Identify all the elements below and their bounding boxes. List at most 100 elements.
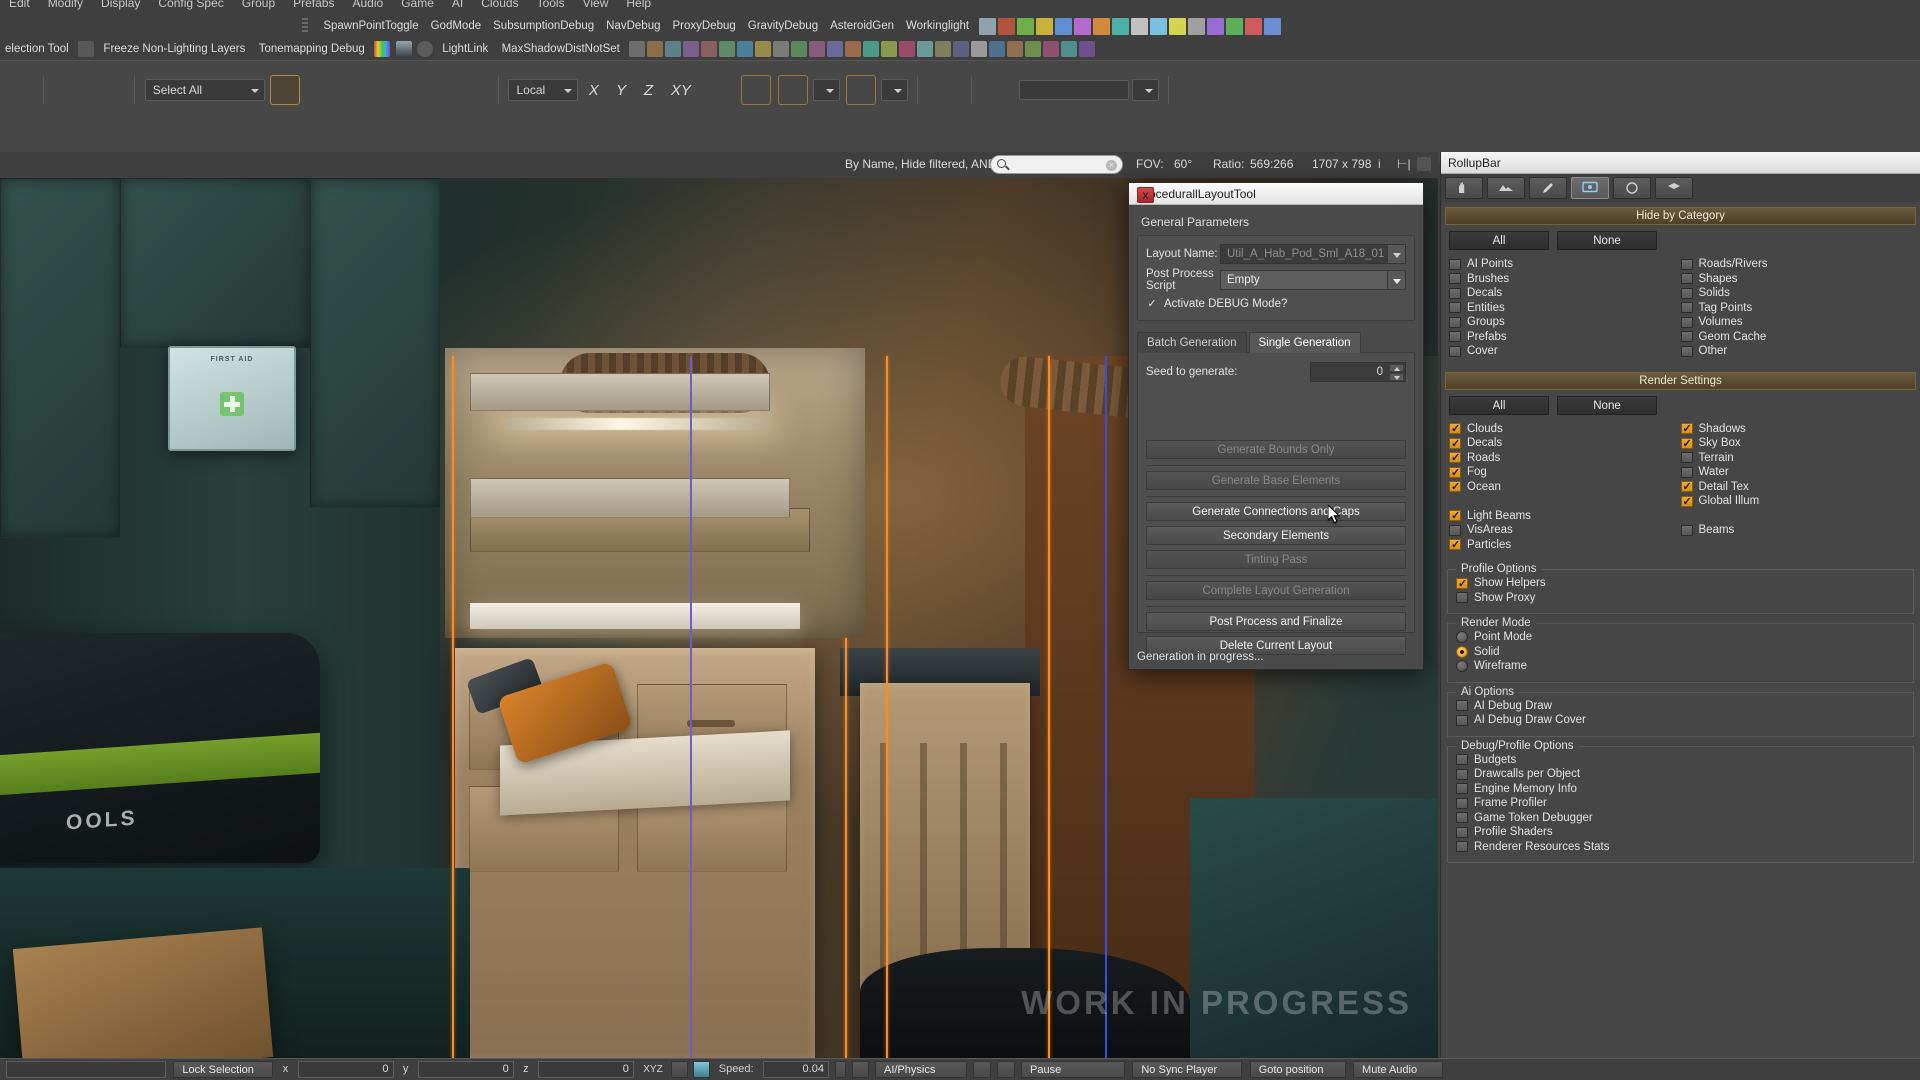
- toolbar-icon-6[interactable]: [1074, 17, 1092, 35]
- debug-option-row[interactable]: Budgets: [1456, 753, 1905, 768]
- toolbar-icon-12[interactable]: [1188, 17, 1206, 35]
- post-process-dropdown[interactable]: Empty: [1220, 269, 1406, 290]
- hide-category-row[interactable]: Brushes: [1449, 272, 1681, 287]
- link-object-icon[interactable]: [56, 75, 86, 105]
- checkbox-icon[interactable]: [1449, 466, 1461, 479]
- checkbox-icon[interactable]: [1456, 754, 1468, 766]
- profile-option-row[interactable]: Show Helpers: [1456, 576, 1905, 591]
- color-spectrum-icon[interactable]: [374, 41, 391, 57]
- render-setting-row[interactable]: Decals: [1449, 436, 1681, 451]
- debug-icon-2[interactable]: [647, 41, 664, 57]
- z-coordinate-field[interactable]: 0: [537, 1061, 634, 1078]
- display-tab[interactable]: [1571, 177, 1609, 199]
- button-generate-connections-and-caps[interactable]: Generate Connections and Caps: [1146, 502, 1406, 521]
- y-coordinate-field[interactable]: 0: [417, 1061, 514, 1078]
- select-terrain-icon[interactable]: [419, 75, 449, 105]
- terrain-tab[interactable]: [1487, 177, 1525, 199]
- toolbar-icon-13[interactable]: [1207, 17, 1225, 35]
- mute-audio-button[interactable]: Mute Audio: [1353, 1061, 1444, 1078]
- debug-icon-6[interactable]: [719, 41, 736, 57]
- checkbox-icon[interactable]: [1449, 480, 1461, 493]
- checkbox-icon[interactable]: [1456, 797, 1468, 809]
- checkbox-icon[interactable]: [1680, 466, 1693, 478]
- menu-item-prefabs[interactable]: Prefabs: [284, 0, 343, 10]
- ai-option-row[interactable]: AI Debug Draw: [1456, 699, 1905, 714]
- checkbox-icon[interactable]: [1456, 714, 1468, 726]
- toolbar-icon-2[interactable]: [998, 17, 1016, 35]
- debug-option-row[interactable]: Engine Memory Info: [1456, 782, 1905, 797]
- rotate-tool-icon[interactable]: [345, 75, 375, 105]
- checkbox-icon[interactable]: [1449, 437, 1461, 450]
- objects-tab[interactable]: [1445, 177, 1483, 199]
- lock-icon[interactable]: [671, 1061, 689, 1078]
- checkbox-icon[interactable]: [1680, 452, 1693, 464]
- checkbox-icon[interactable]: [1680, 437, 1693, 450]
- debug-option-row[interactable]: Renderer Resources Stats: [1456, 840, 1905, 855]
- debug-icon-25[interactable]: [1061, 41, 1078, 57]
- debug-icon-10[interactable]: [791, 41, 808, 57]
- globe-icon[interactable]: [189, 119, 219, 149]
- pause-button[interactable]: Pause: [1021, 1061, 1126, 1078]
- checkbox-icon[interactable]: [1449, 331, 1461, 343]
- debug-icon-7[interactable]: [737, 41, 754, 57]
- chevron-down-icon[interactable]: [1387, 244, 1405, 263]
- tab-single-generation[interactable]: Single Generation: [1248, 332, 1361, 353]
- debug-icon-8[interactable]: [755, 41, 772, 57]
- command-asteroidgen[interactable]: AsteroidGen: [824, 14, 900, 38]
- checkbox-icon[interactable]: [1449, 287, 1461, 299]
- toolbar-grip[interactable]: [302, 18, 308, 34]
- coordinate-system-dropdown[interactable]: Local: [508, 79, 579, 101]
- debug-mode-row[interactable]: ✓ Activate DEBUG Mode?: [1146, 295, 1406, 313]
- target-icon[interactable]: [226, 119, 256, 149]
- maximize-viewport-icon[interactable]: [1417, 157, 1431, 171]
- debug-icon-19[interactable]: [953, 41, 970, 57]
- link-icon[interactable]: [78, 41, 95, 57]
- menu-item-group[interactable]: Group: [233, 0, 284, 10]
- menu-item-game[interactable]: Game: [392, 0, 443, 10]
- render-setting-row[interactable]: Detail Tex: [1680, 480, 1913, 495]
- render-setting-row[interactable]: Ocean: [1449, 480, 1681, 495]
- step-icon[interactable]: [996, 1061, 1015, 1078]
- render-setting-row[interactable]: Light Beams: [1449, 509, 1681, 524]
- toolbar-icon-1[interactable]: [979, 17, 997, 35]
- render-setting-row[interactable]: Sky Box: [1680, 436, 1913, 451]
- checkbox-icon[interactable]: [1680, 287, 1693, 299]
- debug-icon-21[interactable]: [989, 41, 1006, 57]
- checkbox-icon[interactable]: [1449, 524, 1461, 536]
- debug-icon-17[interactable]: [917, 41, 934, 57]
- checkbox-icon[interactable]: [1456, 577, 1468, 590]
- character-icon[interactable]: [39, 119, 69, 149]
- axis-z-button[interactable]: Z: [637, 82, 661, 99]
- toolbar-icon-14[interactable]: [1226, 17, 1244, 35]
- terrain-follow-icon[interactable]: [703, 75, 733, 105]
- checkbox-icon[interactable]: [1456, 700, 1468, 712]
- menu-item-config-spec[interactable]: Config Spec: [149, 0, 232, 10]
- checkbox-icon[interactable]: [1680, 316, 1693, 328]
- checkbox-icon[interactable]: [1449, 316, 1461, 328]
- debug-icon-22[interactable]: [1007, 41, 1024, 57]
- radio-icon[interactable]: [1456, 660, 1468, 673]
- toolbar-icon-9[interactable]: [1131, 17, 1149, 35]
- render-mode-row[interactable]: Point Mode: [1456, 630, 1905, 645]
- info-icon[interactable]: i: [1378, 157, 1392, 171]
- tonemapping-debug-button[interactable]: Tonemapping Debug: [254, 38, 370, 60]
- axis-x-button[interactable]: X: [582, 82, 606, 99]
- unlink-object-icon[interactable]: [93, 75, 123, 105]
- no-sync-player-button[interactable]: No Sync Player: [1132, 1061, 1243, 1078]
- render-setting-row[interactable]: Terrain: [1680, 451, 1913, 466]
- hide-by-category-header[interactable]: Hide by Category: [1445, 207, 1916, 225]
- menu-item-modify[interactable]: Modify: [39, 0, 92, 10]
- hide-category-row[interactable]: Roads/Rivers: [1680, 257, 1913, 272]
- tab-batch-generation[interactable]: Batch Generation: [1137, 332, 1247, 353]
- radio-icon[interactable]: [1456, 645, 1468, 658]
- render-setting-row[interactable]: Beams: [1680, 523, 1913, 538]
- terrain-editor-icon[interactable]: [2, 119, 32, 149]
- debug-option-row[interactable]: Profile Shaders: [1456, 825, 1905, 840]
- ai-physics-button[interactable]: AI/Physics: [874, 1061, 967, 1078]
- debug-option-row[interactable]: Frame Profiler: [1456, 796, 1905, 811]
- layer-dropdown[interactable]: [1131, 79, 1159, 101]
- toolbar-icon-5[interactable]: [1055, 17, 1073, 35]
- move-tool-icon[interactable]: [307, 75, 337, 105]
- clear-search-icon[interactable]: ×: [1106, 160, 1117, 171]
- snap-to-object-icon[interactable]: [740, 75, 771, 105]
